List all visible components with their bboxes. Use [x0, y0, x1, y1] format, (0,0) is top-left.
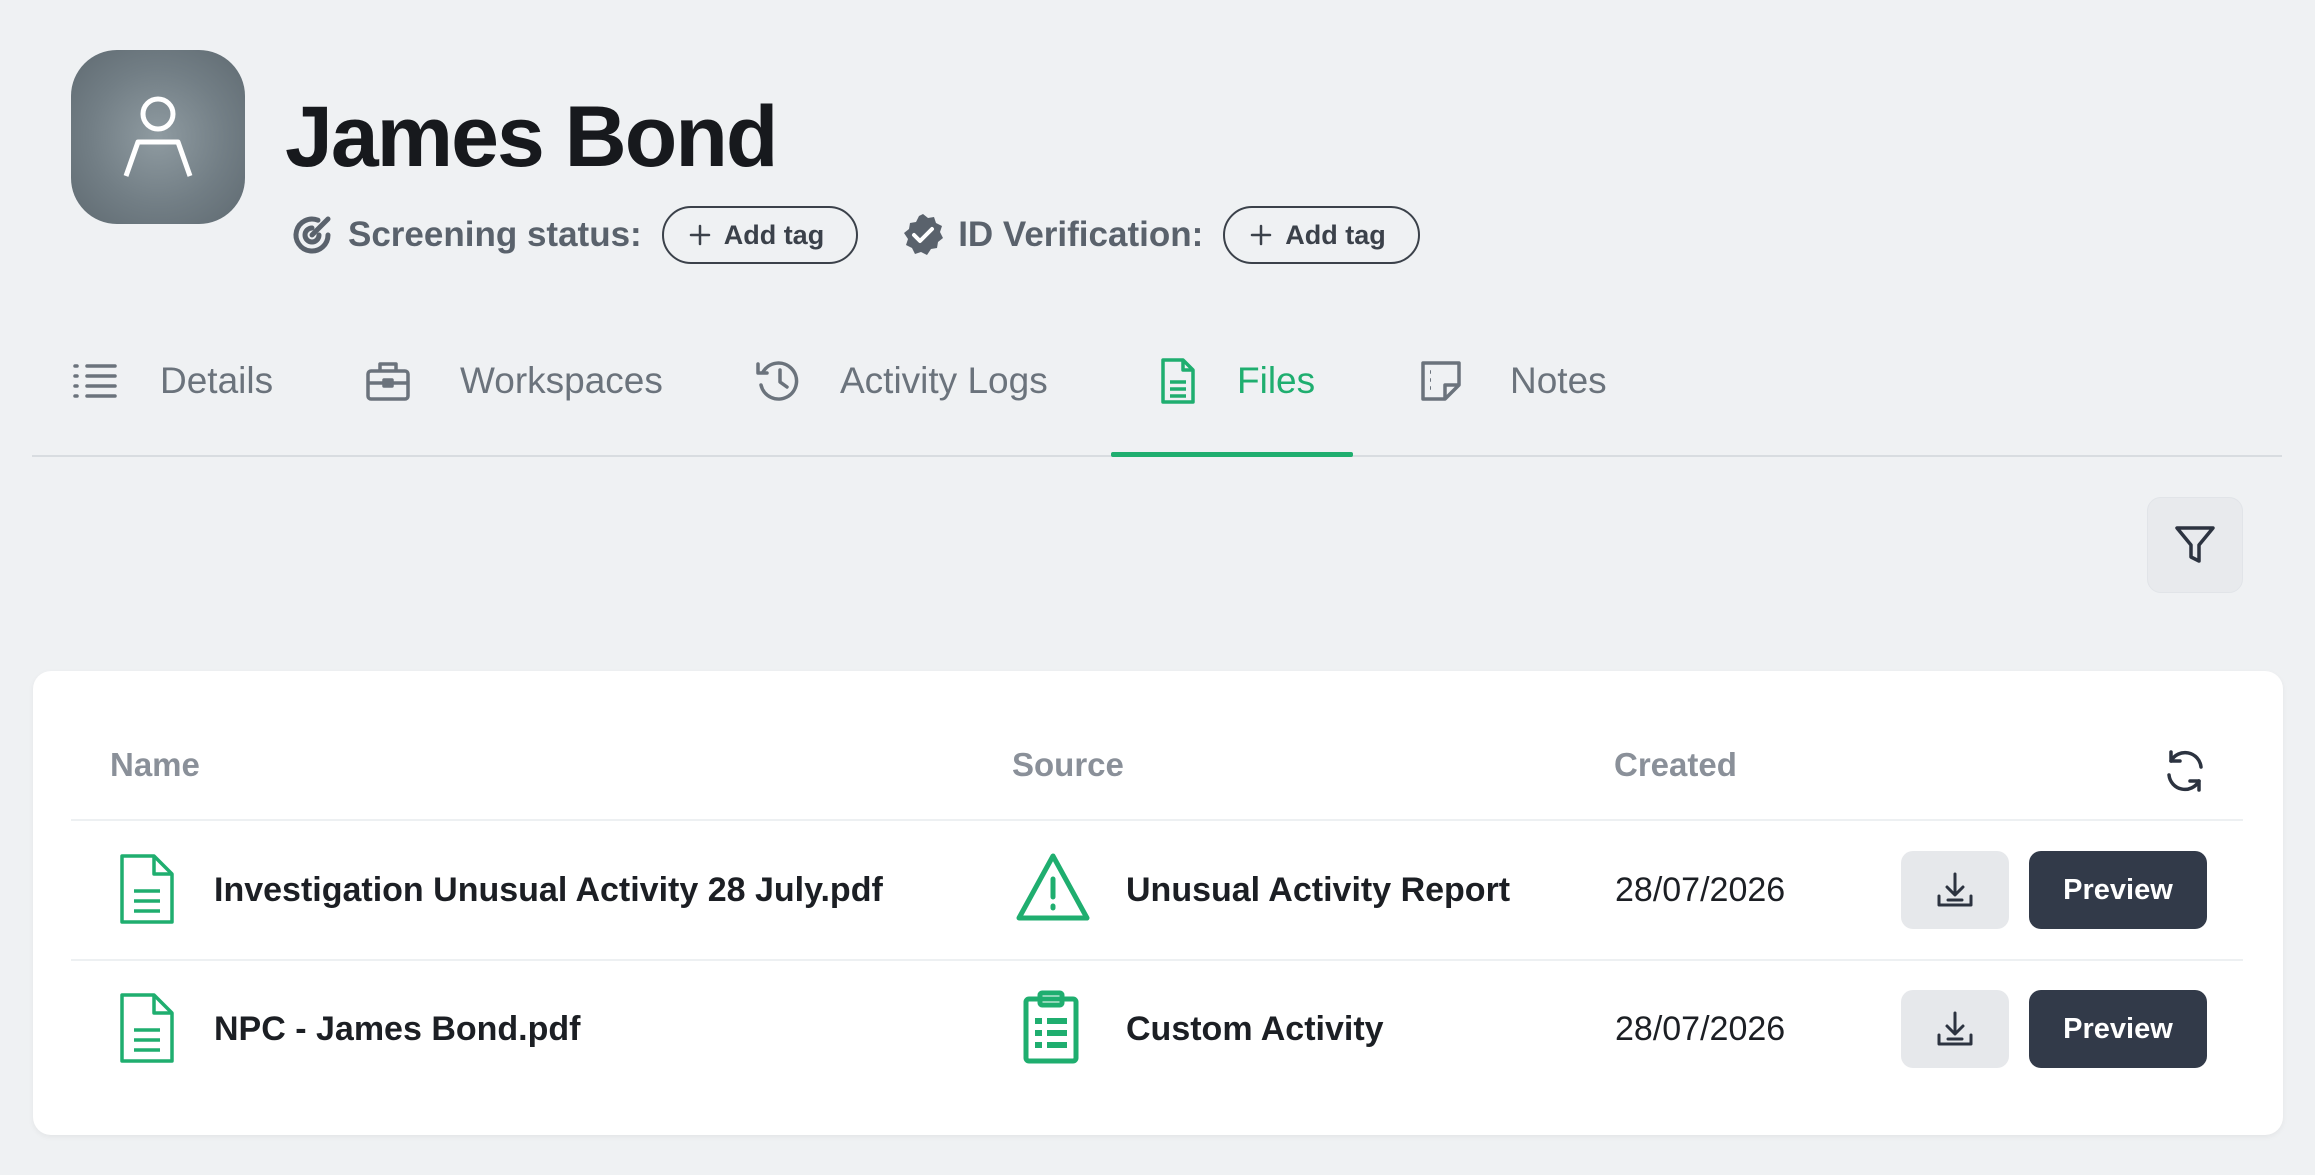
column-header-source[interactable]: Source	[1012, 746, 1124, 784]
download-button[interactable]	[1901, 851, 2009, 929]
download-icon	[1937, 1011, 1973, 1046]
profile-page: James Bond Screening status: Add tag ID …	[0, 0, 2315, 1175]
refresh-icon[interactable]	[2157, 743, 2213, 799]
column-header-created[interactable]: Created	[1614, 746, 1737, 784]
tab-label: Notes	[1510, 360, 1607, 401]
table-row[interactable]: NPC - James Bond.pdf Custom Activity 28/…	[33, 960, 2283, 1098]
avatar	[71, 50, 245, 224]
file-icon	[117, 853, 177, 930]
preview-button[interactable]: Preview	[2029, 851, 2207, 929]
plus-icon	[1251, 224, 1272, 246]
download-icon	[1937, 872, 1973, 907]
table-row[interactable]: Investigation Unusual Activity 28 July.p…	[33, 821, 2283, 959]
tab-label: Files	[1237, 360, 1316, 401]
tab-bar: Details Workspaces Activity Logs Files N…	[32, 320, 2282, 457]
add-tag-label: Add tag	[1285, 219, 1386, 250]
history-icon	[754, 356, 804, 406]
warning-triangle-icon	[1015, 851, 1091, 928]
clipboard-list-icon	[1021, 990, 1081, 1069]
add-tag-label: Add tag	[723, 219, 825, 250]
files-table-card: Name Source Created Investigation Unusua…	[33, 671, 2283, 1135]
status-row: Screening status: Add tag ID Verificatio…	[288, 206, 1420, 264]
tab-label: Details	[160, 360, 274, 401]
tab-label: Activity Logs	[840, 360, 1048, 401]
filter-icon	[2175, 526, 2215, 563]
profile-name: James Bond	[285, 89, 778, 185]
profile-header: James Bond Screening status: Add tag ID …	[71, 50, 1420, 264]
preview-button[interactable]: Preview	[2029, 990, 2207, 1068]
plus-icon	[689, 224, 710, 246]
source-name: Custom Activity	[1126, 1010, 1384, 1048]
created-date: 28/07/2026	[1615, 1010, 1786, 1048]
tab-label: Workspaces	[460, 360, 663, 401]
id-verification-add-tag-button[interactable]: Add tag	[1223, 206, 1420, 264]
column-header-name[interactable]: Name	[110, 746, 200, 784]
tab-workspaces[interactable]: Workspaces	[363, 356, 663, 455]
source-name: Unusual Activity Report	[1126, 871, 1511, 909]
tab-files[interactable]: Files	[1110, 356, 1354, 457]
created-date: 28/07/2026	[1615, 871, 1786, 909]
user-icon	[123, 96, 193, 177]
tab-details[interactable]: Details	[70, 356, 273, 455]
briefcase-icon	[363, 356, 413, 406]
screening-status-label: Screening status:	[348, 215, 642, 254]
id-verification-label: ID Verification:	[958, 215, 1204, 254]
file-icon	[1153, 356, 1203, 406]
sticky-note-icon	[1416, 356, 1466, 406]
filter-button[interactable]	[2147, 497, 2243, 593]
file-icon	[117, 992, 177, 1069]
target-icon	[293, 216, 331, 254]
list-icon	[70, 356, 120, 406]
download-button[interactable]	[1901, 990, 2009, 1068]
file-name[interactable]: Investigation Unusual Activity 28 July.p…	[214, 821, 883, 959]
tab-activity-logs[interactable]: Activity Logs	[754, 356, 1048, 455]
tab-notes[interactable]: Notes	[1416, 356, 1607, 455]
verified-badge-icon	[904, 214, 944, 255]
file-name[interactable]: NPC - James Bond.pdf	[214, 960, 580, 1098]
screening-add-tag-button[interactable]: Add tag	[661, 206, 859, 264]
